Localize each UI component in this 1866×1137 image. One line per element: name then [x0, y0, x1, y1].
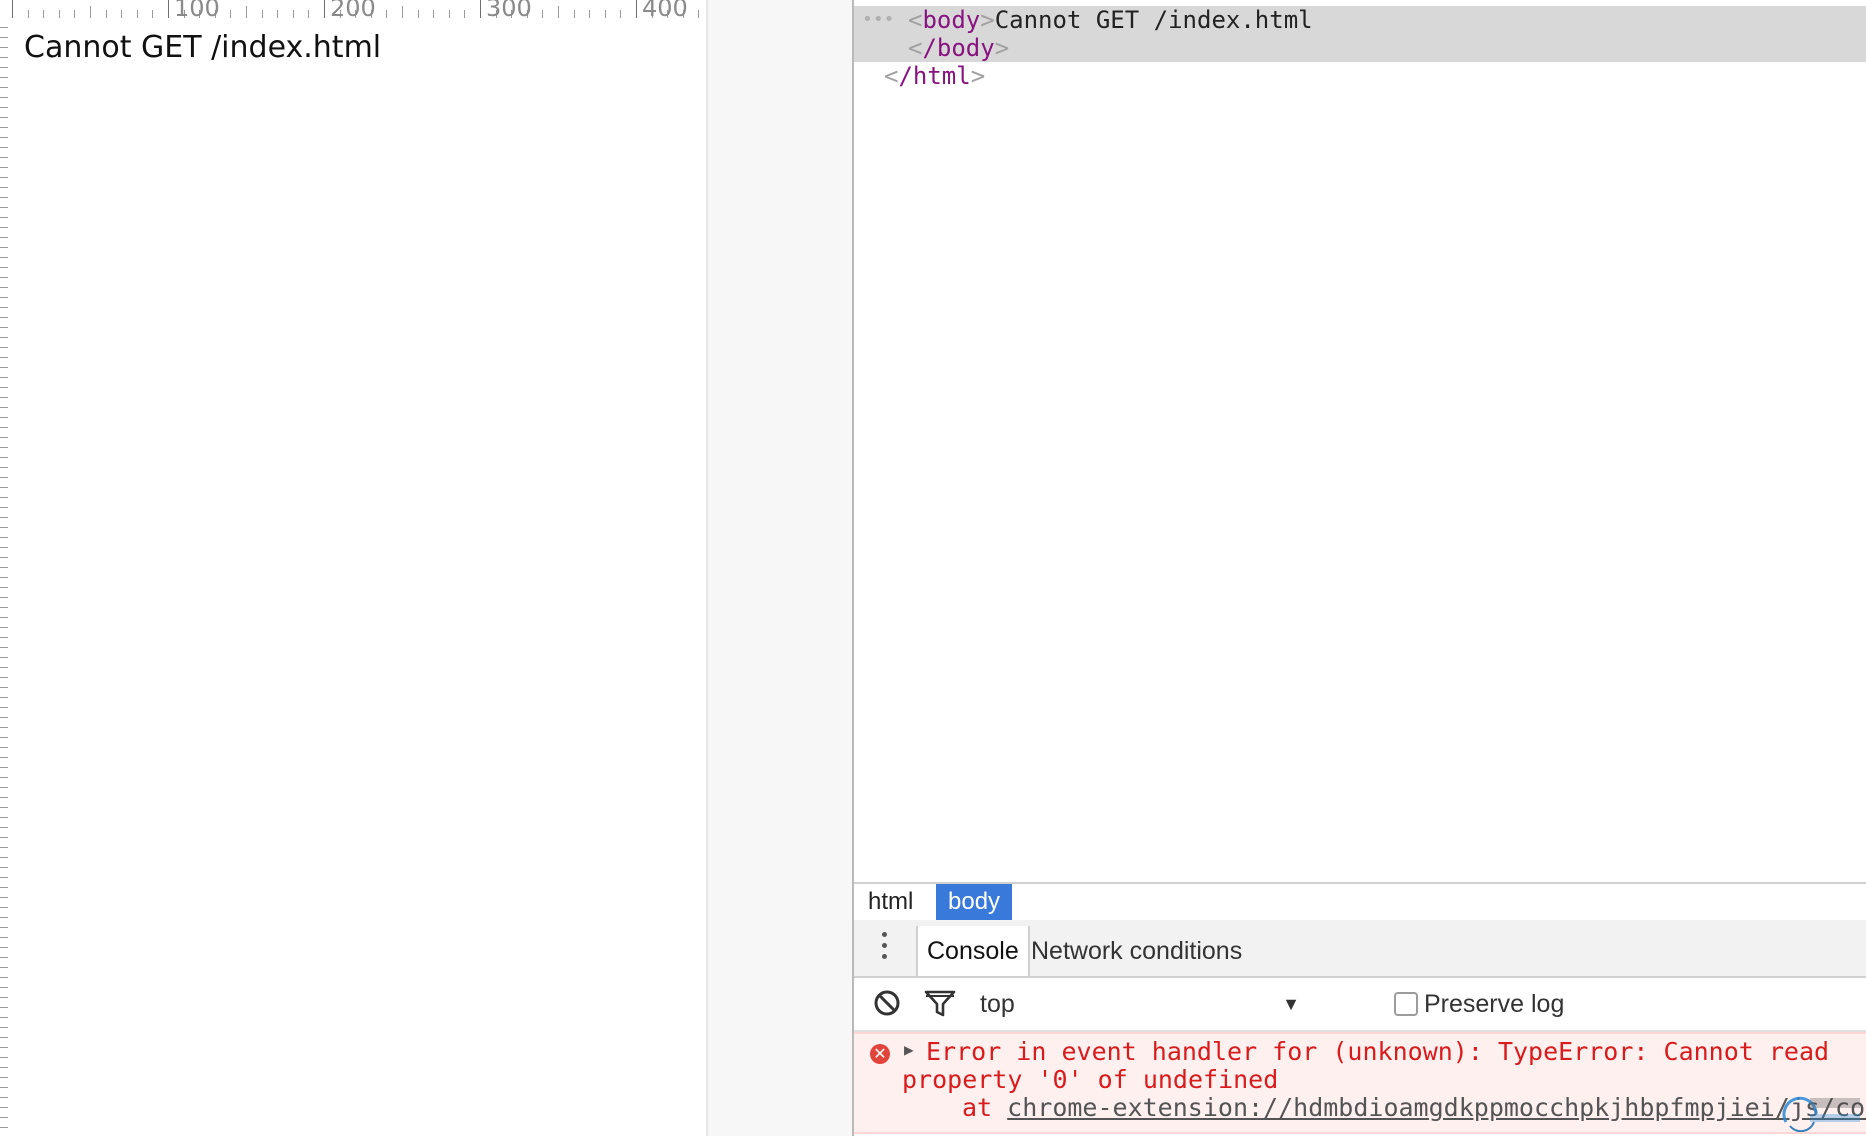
ruler-tick: [542, 10, 543, 18]
drawer-tabbar: Console Network conditions: [854, 920, 1866, 978]
tab-network-conditions[interactable]: Network conditions: [1022, 926, 1251, 976]
ellipsis-icon[interactable]: •••: [862, 6, 895, 34]
breadcrumb-body[interactable]: body: [936, 884, 1013, 920]
error-stack-line: at chrome-extension://hdmbdioamgdkppmocc…: [962, 1094, 1866, 1122]
ruler-tick: [480, 0, 481, 18]
ruler-label: 200: [330, 0, 376, 18]
error-stack-prefix: at: [962, 1093, 993, 1122]
dom-breadcrumb: html body: [854, 882, 1866, 922]
ruler-tick: [121, 10, 122, 18]
expand-triangle-icon[interactable]: ▶: [904, 1040, 914, 1059]
viewport-gutter: [706, 0, 854, 1136]
ruler-tick: [262, 10, 263, 18]
error-text-line1: Error in event handler for (unknown): Ty…: [926, 1037, 1830, 1066]
ruler-tick: [464, 10, 465, 18]
dom-tag-body-close: /body: [922, 34, 995, 62]
ruler-tick: [386, 10, 387, 18]
dom-node-html-close[interactable]: </html>: [884, 62, 985, 90]
filter-icon[interactable]: [924, 988, 956, 1025]
tag-bracket: >: [970, 62, 986, 90]
ruler-tick: [43, 10, 44, 18]
page-body-text: Cannot GET /index.html: [24, 30, 382, 65]
ruler-tick: [449, 10, 450, 18]
ruler-tick: [433, 10, 434, 18]
vertical-ruler: [0, 18, 12, 1136]
ruler-tick: [418, 10, 419, 18]
ruler-tick: [324, 0, 325, 18]
breadcrumb-html[interactable]: html: [856, 884, 925, 920]
ruler-tick: [246, 6, 247, 18]
ruler-tick: [277, 10, 278, 18]
ruler-label: 400: [642, 0, 688, 18]
error-text-line2: property '0' of undefined: [902, 1065, 1279, 1094]
ruler-tick: [106, 10, 107, 18]
tag-bracket: <: [908, 6, 923, 34]
ruler-tick: [12, 0, 13, 18]
ruler-tick: [402, 6, 403, 18]
tag-bracket: <: [908, 34, 923, 62]
error-icon: ✕: [870, 1044, 890, 1064]
tab-console[interactable]: Console: [916, 926, 1030, 976]
ruler-tick: [90, 6, 91, 18]
ruler-tick: [574, 10, 575, 18]
preserve-log-checkbox[interactable]: [1394, 992, 1418, 1016]
ruler-tick: [168, 0, 169, 18]
tag-bracket: <: [884, 62, 899, 90]
ruler-tick: [293, 10, 294, 18]
ruler-tick: [230, 10, 231, 18]
ruler-tick: [605, 10, 606, 18]
console-messages: ✕ ▶ Error in event handler for (unknown)…: [854, 1032, 1866, 1136]
ruler-tick: [74, 10, 75, 18]
context-selector[interactable]: top ▼: [980, 978, 1300, 1030]
dropdown-arrow-icon: ▼: [1282, 994, 1300, 1014]
error-source-link[interactable]: chrome-extension://hdmbdioamgdkppmocchpk…: [1007, 1093, 1866, 1122]
ruler-tick: [558, 6, 559, 18]
clear-console-icon[interactable]: [872, 988, 902, 1025]
ruler-tick: [308, 10, 309, 18]
tag-bracket: >: [980, 6, 995, 34]
ruler-tick: [59, 10, 60, 18]
dom-node-body-selected[interactable]: ••• <body>Cannot GET /index.html </body>: [854, 6, 1866, 62]
devtools-panel: ••• <body>Cannot GET /index.html </body>…: [852, 0, 1866, 1136]
ruler-tick: [589, 10, 590, 18]
ruler-label: 300: [486, 0, 532, 18]
ruler-label: 100: [174, 0, 220, 18]
preserve-log-label: Preserve log: [1424, 990, 1565, 1018]
ruler-tick: [137, 10, 138, 18]
vertical-ellipsis-icon[interactable]: [882, 932, 888, 964]
dom-tag-body-open: body: [922, 6, 981, 34]
ruler-tick: [620, 10, 621, 18]
page-viewport: 100 200 300 400 Cannot GET /index.html: [0, 0, 706, 1136]
watermark-logo: [1776, 1092, 1866, 1133]
console-toolbar: top ▼ Preserve log: [854, 978, 1866, 1032]
ruler-tick: [28, 10, 29, 18]
elements-dom-tree: ••• <body>Cannot GET /index.html </body>…: [854, 0, 1866, 882]
ruler-tick: [698, 10, 699, 18]
ruler-tick: [636, 0, 637, 18]
console-error-message: ✕ ▶ Error in event handler for (unknown)…: [854, 1032, 1866, 1134]
ruler-tick: [152, 10, 153, 18]
tag-bracket: >: [994, 34, 1010, 62]
dom-tag-html-close: /html: [898, 62, 971, 90]
dom-text-node: Cannot GET /index.html: [994, 6, 1313, 34]
context-value: top: [980, 990, 1015, 1018]
horizontal-ruler: 100 200 300 400: [0, 0, 706, 18]
